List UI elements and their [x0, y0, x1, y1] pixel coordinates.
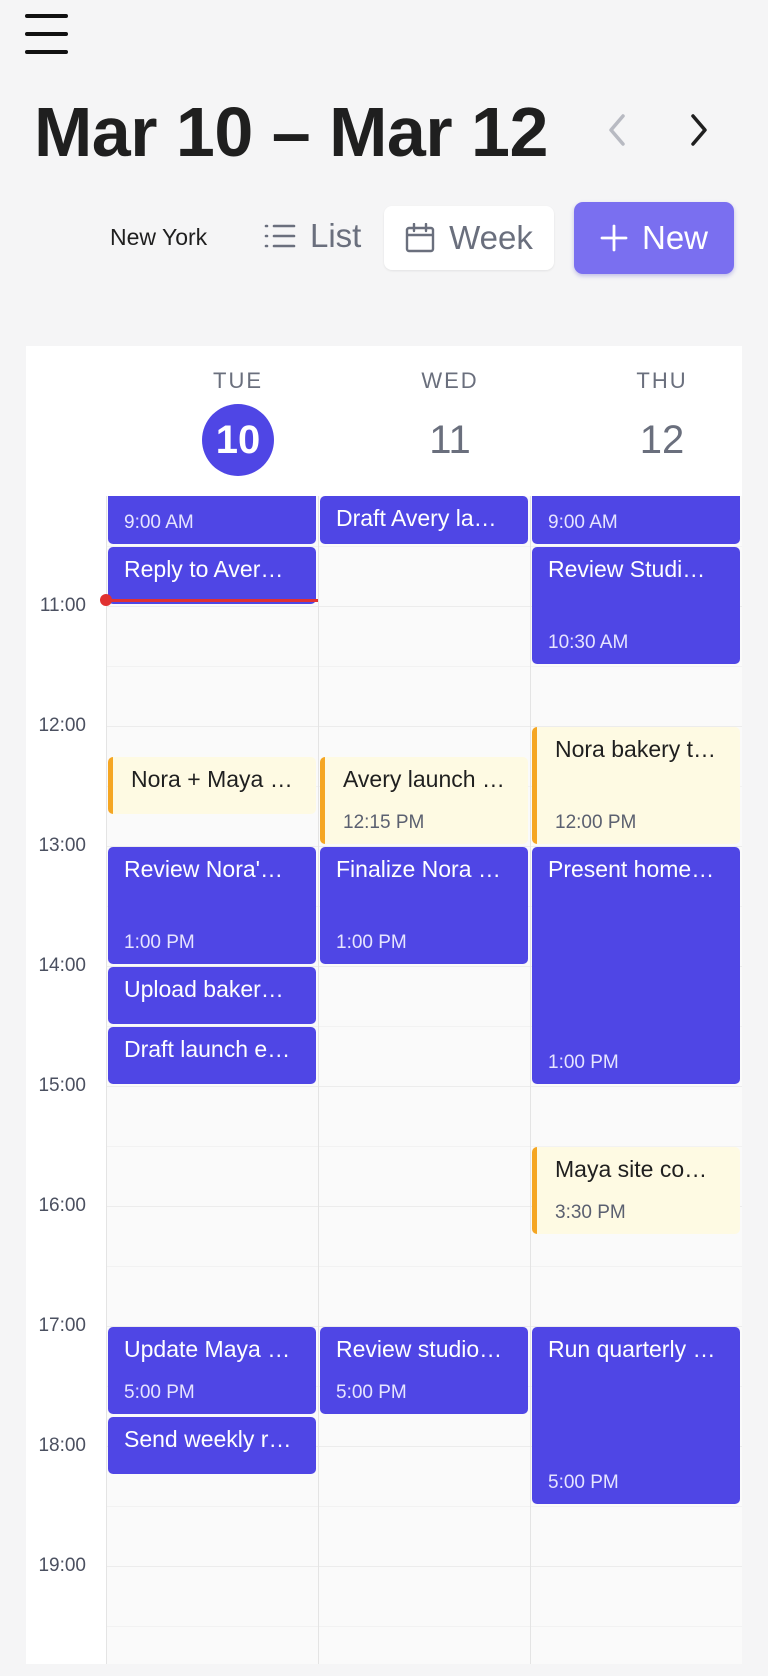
event-time: 12:15 PM [343, 812, 425, 833]
event-title: Update Maya … [124, 1336, 291, 1362]
event-block[interactable]: 9:00 AM [108, 496, 316, 544]
day-name: WED [421, 368, 479, 393]
event-title: Send weekly r… [124, 1426, 292, 1452]
event-block[interactable]: Avery launch … 12:15 PM [320, 757, 528, 844]
half-hour-line [106, 1626, 742, 1627]
day-header-tue[interactable]: TUE 10 [132, 346, 344, 496]
event-title: Review Nora'… [124, 856, 284, 882]
day-number-today: 10 [202, 404, 274, 476]
event-title: Maya site co… [555, 1156, 708, 1182]
event-title: Nora + Maya … [131, 766, 293, 792]
chevron-left-icon [609, 114, 625, 146]
time-label: 10:00 [26, 496, 86, 497]
day-name: TUE [213, 368, 263, 393]
event-title: Avery launch … [343, 766, 505, 792]
new-event-label: New [641, 219, 709, 256]
timezone-label: New York [110, 224, 208, 250]
current-time-dot [100, 594, 112, 606]
next-week-button[interactable] [676, 108, 720, 152]
event-time: 12:00 PM [555, 812, 637, 833]
event-title: Draft launch e… [124, 1036, 291, 1062]
event-block[interactable]: Upload baker… [108, 967, 316, 1024]
event-block[interactable]: Run quarterly … 5:00 PM [532, 1327, 740, 1504]
hour-line [106, 1566, 742, 1567]
event-title: Reply to Aver… [124, 556, 284, 582]
event-title: Upload baker… [124, 976, 284, 1002]
calendar-icon [405, 223, 435, 253]
event-time: 1:00 PM [124, 932, 195, 953]
list-view-label: List [310, 217, 362, 254]
event-title: Review studio… [336, 1336, 503, 1362]
event-title: Draft Avery la… [336, 505, 497, 531]
event-time: 10:30 AM [548, 632, 629, 653]
event-block[interactable]: Draft Avery la… [320, 496, 528, 544]
menu-button[interactable] [22, 12, 70, 56]
event-block[interactable]: Send weekly r… [108, 1417, 316, 1474]
event-title: Finalize Nora … [336, 856, 501, 882]
column-divider [106, 496, 107, 1664]
hamburger-icon [25, 14, 68, 18]
time-label: 18:00 [38, 1435, 86, 1456]
event-block[interactable]: Nora bakery t… 12:00 PM [532, 727, 740, 844]
time-label: 12:00 [38, 715, 86, 736]
event-block[interactable]: Nora + Maya … [108, 757, 316, 814]
time-label: 13:00 [38, 835, 86, 856]
event-time: 3:30 PM [555, 1202, 626, 1223]
event-block[interactable]: Present home… 1:00 PM [532, 847, 740, 1084]
event-block[interactable]: Maya site co… 3:30 PM [532, 1147, 740, 1234]
time-grid[interactable]: 10:00 11:00 12:00 13:00 14:00 15:00 16:00 17:00… [26, 496, 742, 1664]
event-time: 5:00 PM [548, 1472, 619, 1493]
event-time: 1:00 PM [548, 1052, 619, 1073]
event-time: 5:00 PM [124, 1382, 195, 1403]
event-title: Present home… [548, 856, 715, 882]
day-header-thu[interactable]: THU 12 [556, 346, 742, 496]
event-time: 5:00 PM [336, 1382, 407, 1403]
week-view-label: Week [449, 219, 533, 256]
event-time: 1:00 PM [336, 932, 407, 953]
week-view-button[interactable]: Week [384, 206, 554, 270]
time-label: 11:00 [39, 595, 86, 616]
event-title: Run quarterly … [548, 1336, 716, 1362]
event-block[interactable]: Finalize Nora … 1:00 PM [320, 847, 528, 964]
day-name: THU [636, 368, 688, 393]
event-block[interactable]: Update Maya … 5:00 PM [108, 1327, 316, 1414]
time-label: 14:00 [38, 955, 86, 976]
event-block[interactable]: Draft launch e… [108, 1027, 316, 1084]
time-label: 16:00 [38, 1195, 86, 1216]
time-label: 17:00 [38, 1315, 86, 1336]
time-label: 19:00 [38, 1555, 86, 1576]
page-title: Mar 10 – Mar 12 [34, 93, 548, 171]
week-calendar: TUE 10 WED 11 THU 12 10:00 11:00 12:00 13:0… [26, 346, 742, 1664]
day-number: 11 [429, 418, 471, 462]
event-time: 9:00 AM [124, 512, 194, 533]
column-divider [318, 496, 319, 1664]
column-divider [530, 496, 531, 1664]
event-time: 9:00 AM [548, 512, 618, 533]
event-block[interactable]: Review Studi… 10:30 AM [532, 547, 740, 664]
list-view-button[interactable]: List [264, 206, 361, 266]
day-number: 12 [639, 418, 685, 462]
event-block[interactable]: Review Nora'… 1:00 PM [108, 847, 316, 964]
hour-line [106, 1086, 742, 1087]
half-hour-line [106, 666, 742, 667]
list-icon [264, 224, 296, 248]
half-hour-line [106, 1506, 742, 1507]
event-block[interactable]: 9:00 AM [532, 496, 740, 544]
event-block[interactable]: Reply to Aver… [108, 547, 316, 604]
prev-week-button[interactable] [596, 108, 640, 152]
new-event-button[interactable]: New [574, 202, 734, 274]
plus-icon [600, 224, 628, 252]
event-title: Nora bakery t… [555, 736, 717, 762]
chevron-right-icon [691, 114, 707, 146]
half-hour-line [106, 1266, 742, 1267]
event-block[interactable]: Review studio… 5:00 PM [320, 1327, 528, 1414]
time-label: 15:00 [38, 1075, 86, 1096]
current-time-line [106, 599, 318, 602]
event-title: Review Studi… [548, 556, 706, 582]
day-header-wed[interactable]: WED 11 [344, 346, 556, 496]
